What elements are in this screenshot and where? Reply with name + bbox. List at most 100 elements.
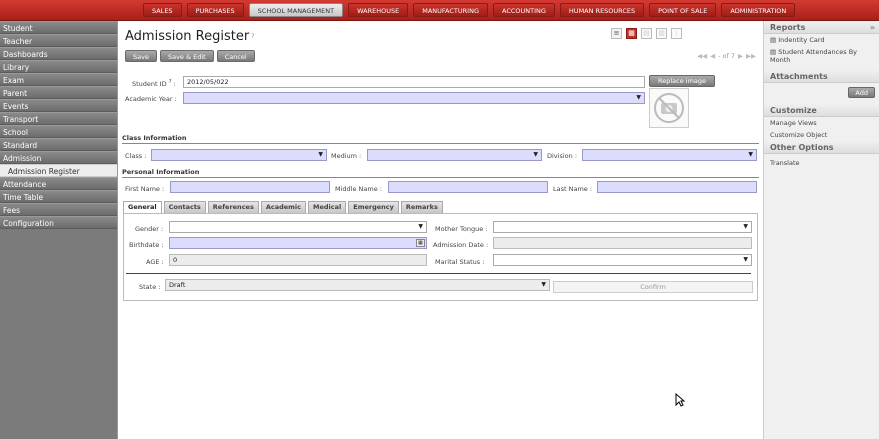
list-view-icon[interactable]: ≡ (611, 28, 622, 39)
student-id-field[interactable]: 2012/05/022 (183, 76, 645, 88)
class-select[interactable]: ▼ (151, 149, 327, 161)
collapse-panel-icon[interactable]: » (870, 21, 875, 34)
sidebar-item-configuration[interactable]: Configuration (0, 216, 117, 229)
first-name-label: First Name : (125, 185, 165, 193)
chevron-down-icon: ▼ (418, 223, 423, 230)
student-id-label: Student ID ? : (132, 79, 176, 89)
division-select[interactable]: ▼ (582, 149, 757, 161)
add-attachment-button[interactable]: Add (848, 87, 875, 98)
marital-status-select[interactable]: ▼ (493, 254, 752, 266)
sidebar-item-fees[interactable]: Fees (0, 203, 117, 216)
calendar-view-icon[interactable]: ▤ (641, 28, 652, 39)
tab-general[interactable]: General (123, 201, 162, 213)
attachments-heading: Attachments (764, 70, 879, 83)
reports-heading: Reports » (764, 21, 879, 34)
print-icon: ▤ (770, 36, 777, 44)
state-select[interactable]: Draft ▼ (165, 279, 550, 291)
state-label: State : (139, 283, 161, 291)
sidebar-item-admission-register[interactable]: Admission Register (0, 164, 117, 177)
chevron-down-icon: ▼ (743, 223, 748, 230)
next-record-icon[interactable]: ▶ (738, 52, 743, 60)
mother-tongue-select[interactable]: ▼ (493, 221, 752, 233)
graph-view-icon[interactable]: ▥ (656, 28, 667, 39)
tab-medical[interactable]: Medical (308, 201, 347, 213)
medium-select[interactable]: ▼ (367, 149, 542, 161)
save-edit-button[interactable]: Save & Edit (159, 50, 214, 62)
tab-contacts[interactable]: Contacts (163, 201, 206, 213)
sidebar-item-school[interactable]: School (0, 125, 117, 138)
attachments-actions: Add (764, 83, 879, 102)
report-identity-card[interactable]: ▤ Indentity Card (764, 34, 879, 46)
manage-views-link[interactable]: Manage Views (764, 117, 879, 129)
no-photo-icon (654, 93, 684, 123)
marital-status-label: Marital Status : (435, 258, 485, 266)
main-content: Admission Register? Save Save & Edit Can… (117, 21, 762, 439)
sidebar-item-library[interactable]: Library (0, 60, 117, 73)
student-id-value: 2012/05/022 (187, 78, 229, 86)
photo-placeholder[interactable] (649, 88, 689, 128)
sidebar-item-parent[interactable]: Parent (0, 86, 117, 99)
sidebar-item-standard[interactable]: Standard (0, 138, 117, 151)
last-name-field[interactable] (597, 181, 757, 193)
other-options-heading: Other Options (764, 141, 879, 154)
academic-year-label: Academic Year : (125, 95, 177, 103)
gender-select[interactable]: ▼ (169, 221, 427, 233)
middle-name-label: Middle Name : (335, 185, 382, 193)
medium-label: Medium : (331, 152, 362, 160)
sidebar-item-teacher[interactable]: Teacher (0, 34, 117, 47)
first-name-field[interactable] (170, 181, 330, 193)
birthdate-field[interactable]: ▦ (169, 237, 427, 249)
nav-point-of-sale[interactable]: POINT OF SALE (649, 3, 717, 17)
student-id-label-text: Student ID (132, 80, 167, 89)
confirm-button[interactable]: Confirm (553, 281, 753, 293)
mouse-cursor-icon (675, 393, 685, 407)
nav-manufacturing[interactable]: MANUFACTURING (413, 3, 488, 17)
customize-object-link[interactable]: Customize Object (764, 129, 879, 141)
age-field: 0 (169, 254, 427, 266)
right-panel: Reports » ▤ Indentity Card ▤ Student Att… (763, 21, 879, 439)
print-icon: ▤ (770, 48, 777, 56)
middle-name-field[interactable] (388, 181, 548, 193)
division-label: Division : (547, 152, 578, 160)
nav-warehouse[interactable]: WAREHOUSE (348, 3, 409, 17)
nav-purchases[interactable]: PURCHASES (186, 3, 244, 17)
sidebar-item-exam[interactable]: Exam (0, 73, 117, 86)
birthdate-label: Birthdate : (129, 241, 164, 249)
nav-accounting[interactable]: ACCOUNTING (492, 3, 555, 17)
nav-administration[interactable]: ADMINISTRATION (721, 3, 796, 17)
tab-academic[interactable]: Academic (260, 201, 307, 213)
sidebar-item-dashboards[interactable]: Dashboards (0, 47, 117, 60)
top-nav: SALES PURCHASES SCHOOL MANAGEMENT WAREHO… (143, 3, 796, 17)
nav-school-management[interactable]: SCHOOL MANAGEMENT (248, 3, 344, 17)
chevron-down-icon: ▼ (748, 151, 753, 158)
chevron-down-icon: ▼ (636, 94, 641, 101)
sidebar-item-transport[interactable]: Transport (0, 112, 117, 125)
last-record-icon[interactable]: ▶▶ (746, 52, 756, 60)
help-icon[interactable]: ? (251, 33, 254, 40)
calendar-icon[interactable]: ▦ (416, 239, 425, 247)
sidebar: Student Teacher Dashboards Library Exam … (0, 21, 117, 439)
sidebar-item-time-table[interactable]: Time Table (0, 190, 117, 203)
replace-image-button[interactable]: Replace image (649, 75, 715, 87)
student-id-help-icon[interactable]: ? (169, 79, 172, 85)
report-student-attendances[interactable]: ▤ Student Attendances By Month (764, 46, 879, 66)
gantt-view-icon[interactable]: ⁞ (671, 28, 682, 39)
sidebar-item-events[interactable]: Events (0, 99, 117, 112)
tab-emergency[interactable]: Emergency (348, 201, 399, 213)
sidebar-item-attendance[interactable]: Attendance (0, 177, 117, 190)
nav-sales[interactable]: SALES (143, 3, 182, 17)
translate-link[interactable]: Translate (764, 157, 879, 169)
cancel-button[interactable]: Cancel (216, 50, 255, 62)
form-view-icon[interactable]: ▦ (626, 28, 637, 39)
nav-human-resources[interactable]: HUMAN RESOURCES (559, 3, 645, 17)
first-record-icon[interactable]: ◀◀ (697, 52, 707, 60)
prev-record-icon[interactable]: ◀ (710, 52, 715, 60)
save-button[interactable]: Save (125, 50, 157, 62)
tab-remarks[interactable]: Remarks (400, 201, 443, 213)
academic-year-select[interactable]: ▼ (183, 92, 645, 104)
sidebar-item-admission[interactable]: Admission (0, 151, 117, 164)
page-title: Admission Register? (125, 29, 254, 44)
tab-references[interactable]: References (207, 201, 259, 213)
pager: ◀◀ ◀ - of 7 ▶ ▶▶ (697, 52, 756, 60)
sidebar-item-student[interactable]: Student (0, 21, 117, 34)
